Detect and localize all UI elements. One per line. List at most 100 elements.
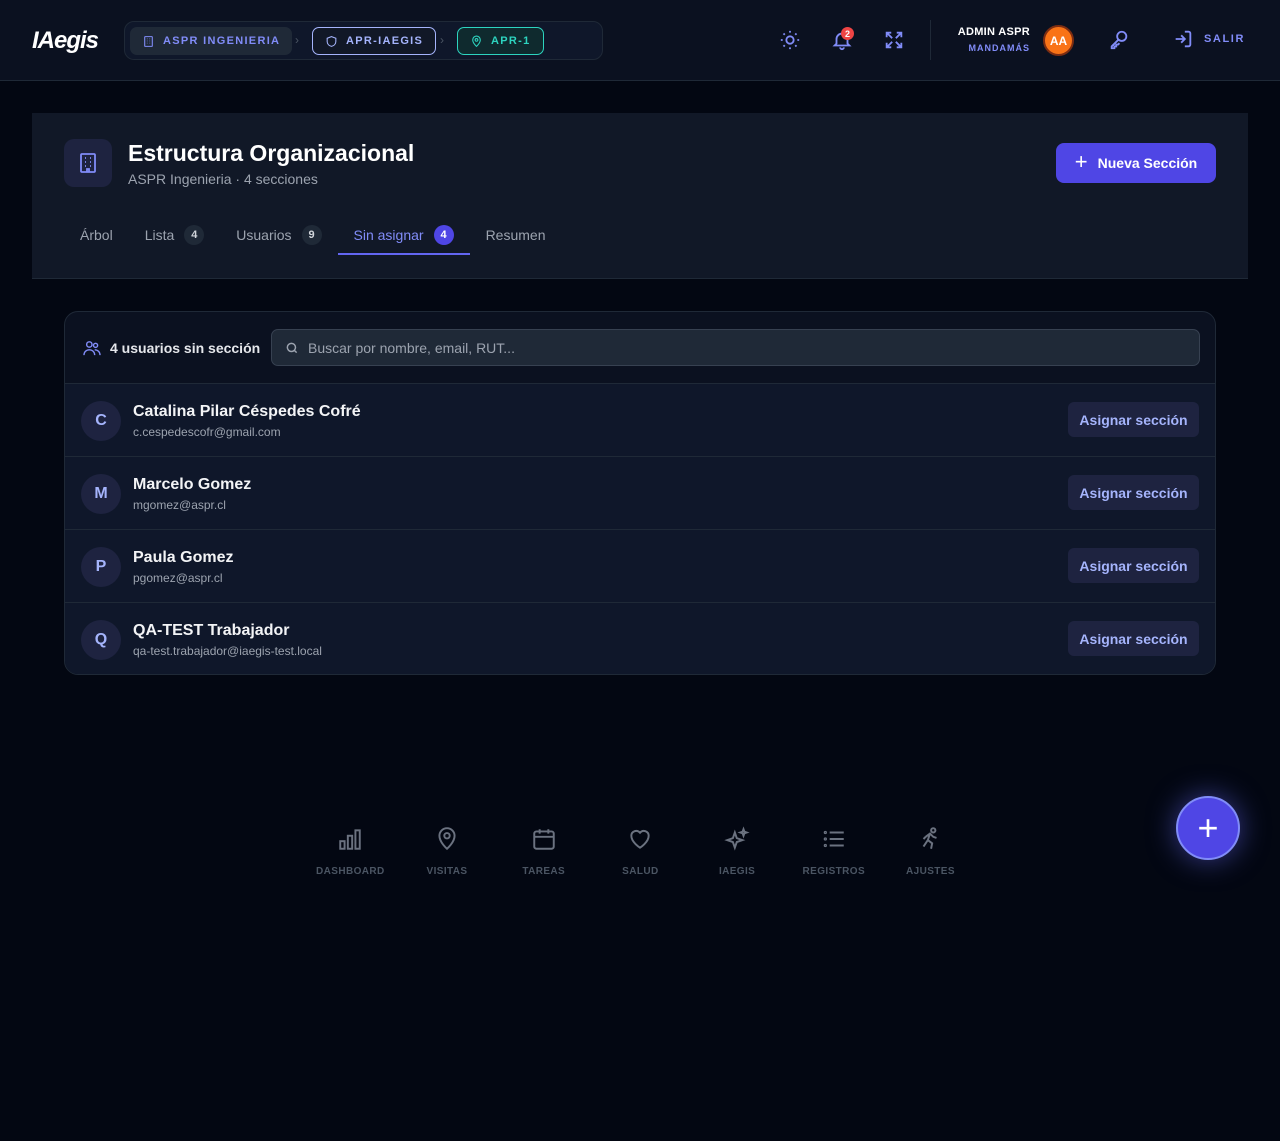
assign-section-button[interactable]: Asignar sección xyxy=(1068,621,1199,656)
change-password-button[interactable] xyxy=(1107,28,1131,52)
page-header: Estructura Organizacional ASPR Ingenieri… xyxy=(32,113,1248,279)
user-avatar: C xyxy=(81,401,121,441)
sun-icon xyxy=(780,30,800,50)
building-icon xyxy=(144,35,153,47)
user-avatar[interactable]: AA xyxy=(1043,25,1074,56)
floating-add-button[interactable]: + xyxy=(1176,796,1240,860)
tab-list[interactable]: Lista 4 xyxy=(129,215,221,255)
bottom-nav: DASHBOARD VISITAS TAREAS SALUD IAEGIS RE… xyxy=(302,826,979,877)
sparkles-icon xyxy=(724,826,750,851)
nav-health[interactable]: SALUD xyxy=(592,826,689,877)
page-title: Estructura Organizacional xyxy=(128,140,415,166)
new-section-label: Nueva Sección xyxy=(1097,155,1198,171)
nav-label: REGISTROS xyxy=(802,866,866,877)
assign-section-button[interactable]: Asignar sección xyxy=(1068,402,1199,437)
tab-label: Lista xyxy=(144,227,175,243)
map-pin-icon xyxy=(472,35,481,47)
breadcrumb: ASPR INGENIERIA › APR-IAEGIS › APR-1 xyxy=(124,21,603,60)
user-avatar: P xyxy=(81,547,121,587)
users-icon xyxy=(83,341,101,356)
nav-tasks[interactable]: TAREAS xyxy=(495,826,592,877)
tab-label: Sin asignar xyxy=(353,227,424,243)
tab-bar: Árbol Lista 4 Usuarios 9 Sin asignar 4 R… xyxy=(64,215,561,255)
logout-icon xyxy=(1175,30,1192,48)
nav-dashboard[interactable]: DASHBOARD xyxy=(302,826,399,877)
logout-label: SALIR xyxy=(1204,33,1245,45)
breadcrumb-company[interactable]: ASPR INGENIERIA xyxy=(130,27,293,55)
heart-icon xyxy=(630,829,651,849)
user-avatar: M xyxy=(81,474,121,514)
user-row: Q QA-TEST Trabajador qa-test.trabajador@… xyxy=(65,603,1215,674)
notification-count-badge: 2 xyxy=(841,27,854,40)
user-row: M Marcelo Gomez mgomez@aspr.cl Asignar s… xyxy=(65,457,1215,530)
tab-users[interactable]: Usuarios 9 xyxy=(220,215,337,255)
user-row: P Paula Gomez pgomez@aspr.cl Asignar sec… xyxy=(65,530,1215,603)
user-name: Catalina Pilar Céspedes Cofré xyxy=(133,403,361,420)
tab-count-badge: 4 xyxy=(184,225,205,245)
user-email: pgomez@aspr.cl xyxy=(133,571,223,585)
bar-chart-icon xyxy=(339,829,362,850)
breadcrumb-project[interactable]: APR-IAEGIS xyxy=(312,27,437,55)
list-icon xyxy=(823,830,844,848)
user-email: mgomez@aspr.cl xyxy=(133,498,226,512)
building-icon xyxy=(80,153,96,173)
breadcrumb-company-label: ASPR INGENIERIA xyxy=(163,35,281,47)
tab-label: Usuarios xyxy=(236,227,292,243)
chevron-right-icon: › xyxy=(440,33,444,47)
nav-label: AJUSTES xyxy=(906,866,955,877)
user-name: Marcelo Gomez xyxy=(133,476,252,493)
user-email: qa-test.trabajador@iaegis-test.local xyxy=(133,644,322,658)
top-bar: IAegis ASPR INGENIERIA › APR-IAEGIS › AP… xyxy=(0,0,1280,81)
plus-icon: + xyxy=(1197,807,1219,848)
divider xyxy=(930,20,931,60)
theme-toggle-button[interactable] xyxy=(778,28,802,52)
nav-label: VISITAS xyxy=(426,866,468,877)
user-name: Paula Gomez xyxy=(133,549,234,566)
chevron-right-icon: › xyxy=(295,33,299,47)
breadcrumb-site-label: APR-1 xyxy=(491,35,531,47)
tab-label: Árbol xyxy=(80,227,113,243)
nav-label: TAREAS xyxy=(522,866,566,877)
plus-icon: + xyxy=(1074,149,1088,174)
search-box xyxy=(271,329,1200,366)
search-input[interactable] xyxy=(308,330,1188,365)
tab-count-badge: 4 xyxy=(433,225,454,245)
tab-label: Resumen xyxy=(485,227,546,243)
user-email: c.cespedescofr@gmail.com xyxy=(133,425,281,439)
tab-tree[interactable]: Árbol xyxy=(64,215,129,255)
map-pin-icon xyxy=(438,827,456,851)
logout-button[interactable]: SALIR xyxy=(1172,28,1245,50)
nav-visits[interactable]: VISITAS xyxy=(399,826,496,877)
unassigned-count-label: 4 usuarios sin sección xyxy=(110,340,261,356)
nav-settings[interactable]: AJUSTES xyxy=(882,826,979,877)
nav-label: IAEGIS xyxy=(718,866,756,877)
unassigned-users-card: 4 usuarios sin sección C Catalina Pilar … xyxy=(64,311,1216,675)
shield-icon xyxy=(326,35,337,47)
calendar-icon xyxy=(532,829,555,850)
organization-icon xyxy=(64,139,112,187)
user-row: C Catalina Pilar Céspedes Cofré c.cesped… xyxy=(65,384,1215,457)
nav-records[interactable]: REGISTROS xyxy=(785,826,882,877)
tab-unassigned[interactable]: Sin asignar 4 xyxy=(337,215,470,255)
page-subtitle: ASPR Ingenieria · 4 secciones xyxy=(128,171,318,187)
new-section-button[interactable]: + Nueva Sección xyxy=(1056,143,1216,183)
assign-section-button[interactable]: Asignar sección xyxy=(1068,475,1199,510)
user-avatar: Q xyxy=(81,620,121,660)
key-icon xyxy=(1110,30,1128,50)
card-header: 4 usuarios sin sección xyxy=(65,312,1215,384)
breadcrumb-project-label: APR-IAEGIS xyxy=(346,35,424,47)
nav-iaegis[interactable]: IAEGIS xyxy=(689,826,786,877)
search-icon xyxy=(286,342,298,354)
nav-label: SALUD xyxy=(622,866,659,877)
user-role: MANDAMÁS xyxy=(968,43,1030,53)
nav-label: DASHBOARD xyxy=(316,866,385,877)
app-logo[interactable]: IAegis xyxy=(32,27,99,55)
user-name: QA-TEST Trabajador xyxy=(133,622,290,639)
tab-summary[interactable]: Resumen xyxy=(470,215,562,255)
breadcrumb-site[interactable]: APR-1 xyxy=(457,27,544,55)
assign-section-button[interactable]: Asignar sección xyxy=(1068,548,1199,583)
expand-icon xyxy=(885,31,903,49)
tab-count-badge: 9 xyxy=(301,225,322,245)
fullscreen-button[interactable] xyxy=(882,28,906,52)
runner-icon xyxy=(923,827,938,849)
